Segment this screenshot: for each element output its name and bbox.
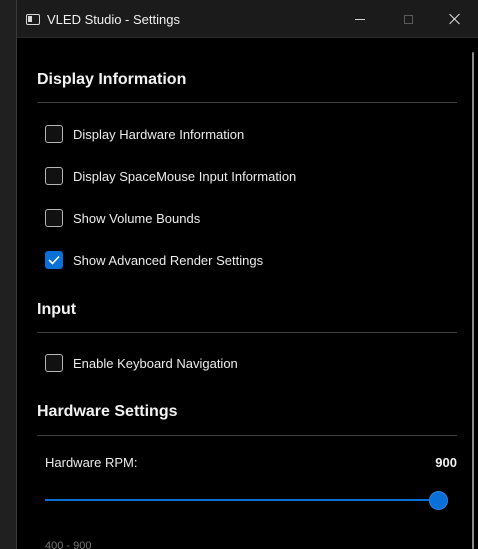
checkbox-display-hardware-info[interactable]: Display Hardware Information bbox=[45, 123, 244, 145]
section-title-input: Input bbox=[37, 301, 77, 318]
hardware-rpm-value: 900 bbox=[435, 455, 457, 470]
minimize-icon bbox=[355, 18, 365, 20]
maximize-button[interactable] bbox=[385, 0, 431, 38]
title-bar[interactable]: VLED Studio - Settings bbox=[17, 0, 478, 38]
checkbox-box[interactable] bbox=[45, 251, 63, 269]
maximize-icon bbox=[403, 14, 413, 24]
checkbox-label: Display Hardware Information bbox=[73, 126, 245, 142]
divider bbox=[37, 102, 457, 103]
divider bbox=[37, 332, 457, 333]
section-title-hardware: Hardware Settings bbox=[37, 403, 178, 420]
close-button[interactable] bbox=[431, 0, 477, 38]
app-icon bbox=[26, 14, 40, 25]
checkbox-label: Show Volume Bounds bbox=[73, 210, 201, 226]
checkbox-box[interactable] bbox=[45, 125, 63, 143]
checkbox-box[interactable] bbox=[45, 354, 63, 372]
check-icon bbox=[48, 255, 60, 265]
checkbox-label: Display SpaceMouse Input Information bbox=[73, 168, 297, 184]
scrollbar[interactable] bbox=[472, 52, 474, 549]
rpm-slider-track[interactable] bbox=[45, 499, 447, 501]
rpm-slider-thumb[interactable] bbox=[429, 491, 448, 510]
checkbox-show-volume-bounds[interactable]: Show Volume Bounds bbox=[45, 207, 200, 229]
checkbox-label: Enable Keyboard Navigation bbox=[73, 355, 238, 371]
checkbox-label: Show Advanced Render Settings bbox=[73, 252, 264, 268]
rpm-range-hint: 400 - 900 bbox=[45, 540, 92, 549]
checkbox-show-advanced-render-settings[interactable]: Show Advanced Render Settings bbox=[45, 249, 263, 271]
checkbox-display-spacemouse-info[interactable]: Display SpaceMouse Input Information bbox=[45, 165, 296, 187]
close-icon bbox=[448, 13, 460, 25]
minimize-button[interactable] bbox=[337, 0, 383, 38]
checkbox-box[interactable] bbox=[45, 167, 63, 185]
checkbox-box[interactable] bbox=[45, 209, 63, 227]
section-title-display: Display Information bbox=[37, 71, 187, 88]
hardware-rpm-label: Hardware RPM: bbox=[45, 455, 138, 470]
divider bbox=[37, 435, 457, 436]
checkbox-enable-keyboard-navigation[interactable]: Enable Keyboard Navigation bbox=[45, 352, 238, 374]
settings-window: VLED Studio - Settings Display Informati… bbox=[16, 0, 478, 549]
window-title: VLED Studio - Settings bbox=[47, 12, 180, 27]
